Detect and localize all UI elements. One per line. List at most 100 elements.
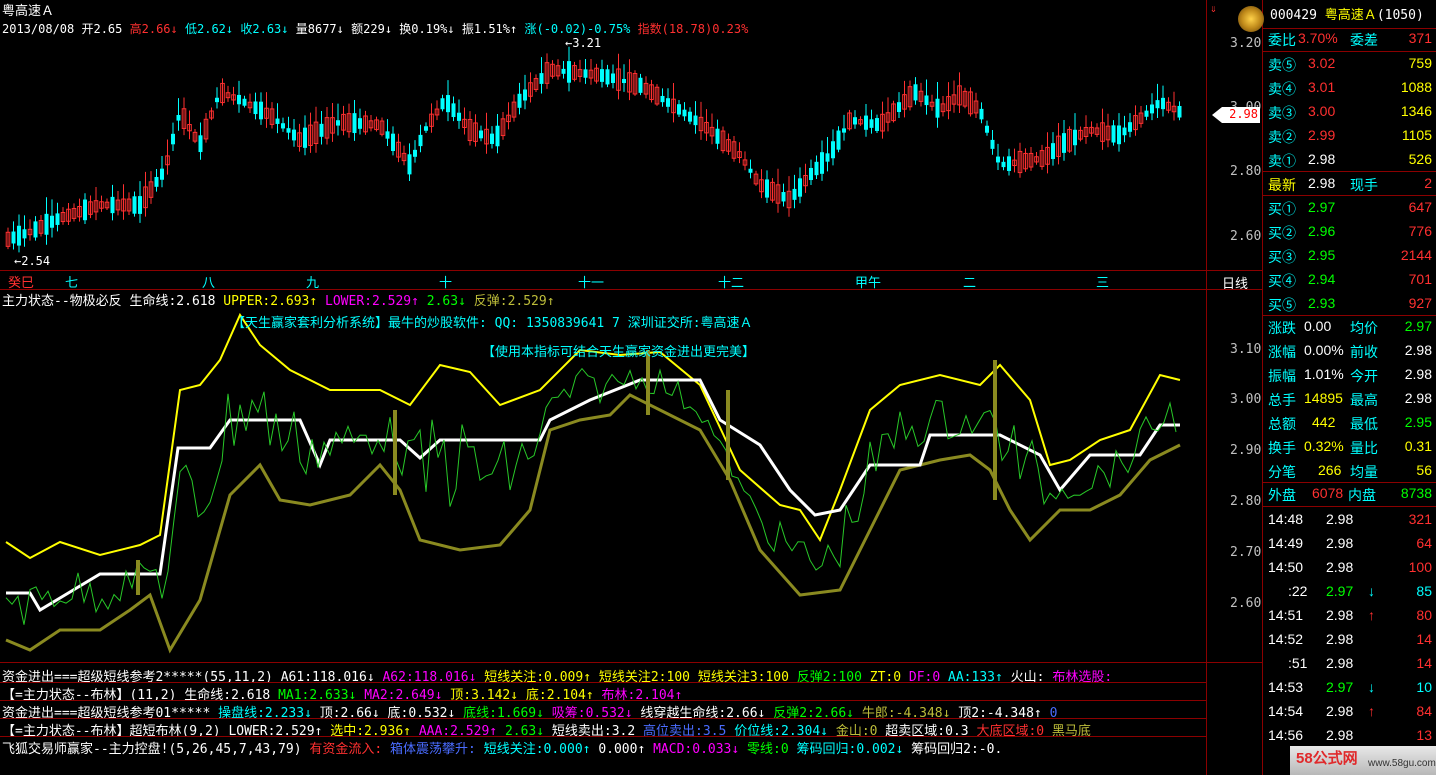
candle-body xyxy=(132,196,137,214)
candle-body xyxy=(176,114,181,121)
stat-row: 换手 0.32% 量比 0.31 xyxy=(1268,438,1432,456)
order-row[interactable]: 买④ 2.94 701 xyxy=(1264,268,1436,292)
candle-body xyxy=(924,95,929,106)
candle-body xyxy=(869,119,874,128)
low-mark: ←2.54 xyxy=(14,254,51,268)
candle-body xyxy=(561,68,566,74)
ad-line-1: 【天生赢家套利分析系统】最牛的炒股软件: QQ: 1350839641 7 深圳… xyxy=(232,316,753,331)
candle-body xyxy=(446,95,450,113)
tick-row[interactable]: 14:50 2.98 100 xyxy=(1264,556,1436,580)
candle-body xyxy=(490,133,494,144)
ad-line-2: 【使用本指标可结合天生赢家资金进出更完美】 xyxy=(482,345,756,360)
candle-body xyxy=(275,118,280,124)
axis-tick: 3.20 xyxy=(1230,36,1262,51)
logo-icon xyxy=(1238,6,1264,32)
tick-row[interactable]: 14:56 2.98 13 xyxy=(1264,724,1436,748)
candle-body xyxy=(1155,100,1160,109)
candle-body xyxy=(391,133,395,151)
candle-body xyxy=(781,192,786,202)
tick-row[interactable]: 14:53 2.97 ↓ 10 xyxy=(1264,676,1436,700)
candle-body xyxy=(237,94,241,105)
candle-body xyxy=(523,89,527,101)
candle-body xyxy=(1007,156,1011,171)
candle-body xyxy=(160,168,164,180)
candle-body xyxy=(171,133,175,145)
tick-row[interactable]: 14:49 2.98 64 xyxy=(1264,532,1436,556)
candle-body xyxy=(198,135,203,153)
order-row[interactable]: 卖③ 3.00 1346 xyxy=(1264,100,1436,124)
candle-body xyxy=(138,196,142,214)
tick-row[interactable]: 14:54 2.98 ↑ 84 xyxy=(1264,700,1436,724)
candle-body xyxy=(286,128,291,133)
tick-row[interactable]: 14:48 2.98 321 xyxy=(1264,508,1436,532)
candle-body xyxy=(583,69,588,78)
candle-body xyxy=(17,225,21,246)
waipan-row: 外盘 6078 内盘 8738 xyxy=(1268,485,1432,503)
candle-body xyxy=(688,111,692,122)
candle-body xyxy=(836,130,841,150)
high-mark: ←3.21 xyxy=(565,36,602,50)
candle-body xyxy=(358,118,362,129)
candle-body xyxy=(407,154,412,175)
candle-body xyxy=(765,179,769,198)
current-price-tag: 2.98 xyxy=(1212,107,1260,123)
candle-body xyxy=(935,98,940,118)
candle-body xyxy=(605,69,610,85)
candle-body xyxy=(1117,125,1121,145)
watermark: 58公式网 www.58gu.com xyxy=(1290,746,1436,775)
divider xyxy=(0,662,1262,663)
candlestick-chart[interactable] xyxy=(0,0,1262,290)
candle-body xyxy=(1177,105,1182,118)
candle-body xyxy=(831,141,835,159)
order-row[interactable]: 卖④ 3.01 1088 xyxy=(1264,76,1436,100)
candle-body xyxy=(913,84,918,101)
candle-body xyxy=(1051,143,1055,159)
axis-tick: 2.80 xyxy=(1230,494,1262,509)
candle-body xyxy=(677,104,681,115)
candle-body xyxy=(638,77,643,93)
panel-left-border xyxy=(1262,0,1263,775)
panel-title: 000429 粤高速Ａ(1050) xyxy=(1270,8,1424,23)
lower-line xyxy=(5,393,1181,654)
order-row[interactable]: 卖① 2.98 526 xyxy=(1264,148,1436,172)
candle-body xyxy=(352,113,357,134)
order-row[interactable]: 买③ 2.95 2144 xyxy=(1264,244,1436,268)
candle-body xyxy=(798,178,802,197)
candle-body xyxy=(55,213,60,225)
scroll-arrow-icon[interactable]: ⇓ xyxy=(1210,2,1217,15)
candle-body xyxy=(336,120,340,126)
candle-body xyxy=(319,123,324,137)
order-row[interactable]: 卖② 2.99 1105 xyxy=(1264,124,1436,148)
stat-row: 涨幅 0.00% 前收 2.98 xyxy=(1268,342,1432,360)
candle-body xyxy=(792,188,797,200)
order-row[interactable]: 买② 2.96 776 xyxy=(1264,220,1436,244)
divider xyxy=(0,718,1206,719)
candle-body xyxy=(1144,110,1149,117)
candle-body xyxy=(809,167,813,181)
candle-body xyxy=(22,229,27,239)
candle-body xyxy=(385,131,390,139)
tick-row[interactable]: 14:51 2.98 ↑ 80 xyxy=(1264,604,1436,628)
axis-tick: 3.00 xyxy=(1230,392,1262,407)
divider xyxy=(0,682,1206,683)
formula-line-5: 飞狐交易师赢家--主力控盘!(5,26,45,7,43,79) 有资金流入: 箱… xyxy=(2,742,1003,757)
candle-body xyxy=(842,128,846,133)
candle-body xyxy=(440,98,445,110)
order-row[interactable]: 买① 2.97 647 xyxy=(1264,196,1436,220)
tick-row[interactable]: :22 2.97 ↓ 85 xyxy=(1264,580,1436,604)
divider xyxy=(0,270,1262,271)
tick-row[interactable]: 14:52 2.98 14 xyxy=(1264,628,1436,652)
candle-body xyxy=(539,73,544,84)
order-row[interactable]: 卖⑤ 3.02 759 xyxy=(1264,52,1436,76)
candle-body xyxy=(451,103,456,118)
candle-body xyxy=(44,213,49,235)
candle-body xyxy=(1062,133,1066,153)
order-row[interactable]: 买⑤ 2.93 927 xyxy=(1264,292,1436,316)
candle-body xyxy=(413,149,417,157)
candle-body xyxy=(600,69,604,82)
candle-body xyxy=(110,196,115,214)
candle-body xyxy=(814,161,819,176)
tick-row[interactable]: :51 2.98 14 xyxy=(1264,652,1436,676)
candle-body xyxy=(281,123,285,129)
candle-body xyxy=(1122,127,1127,136)
